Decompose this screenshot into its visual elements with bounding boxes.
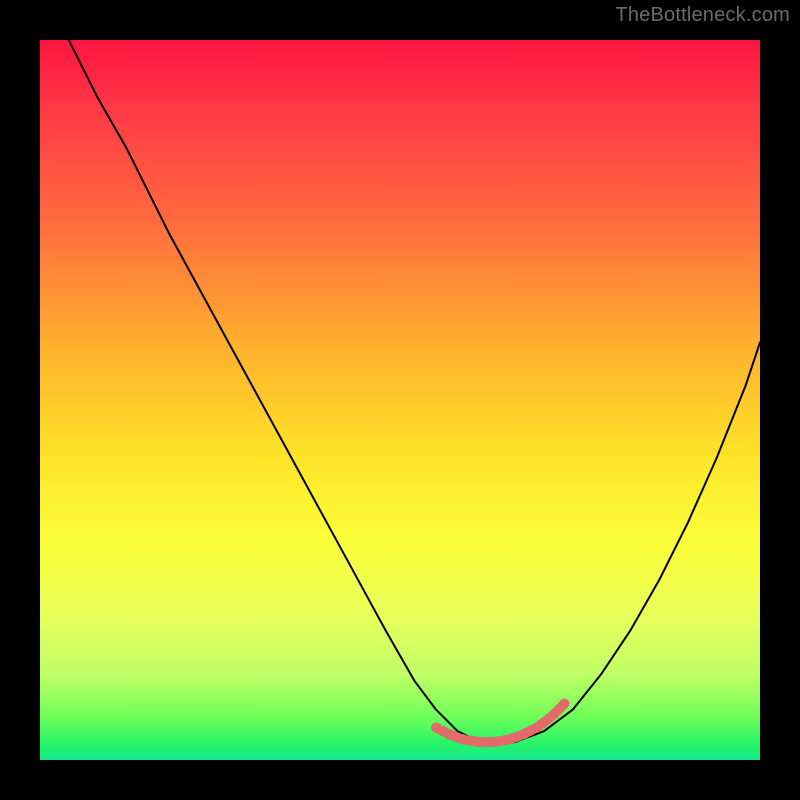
chart-frame: TheBottleneck.com [0,0,800,800]
watermark-text: TheBottleneck.com [615,4,790,27]
series-black-curve [69,40,760,746]
chart-svg [40,40,760,760]
plot-area [40,40,760,760]
series-pink-flat-segment [436,702,566,742]
